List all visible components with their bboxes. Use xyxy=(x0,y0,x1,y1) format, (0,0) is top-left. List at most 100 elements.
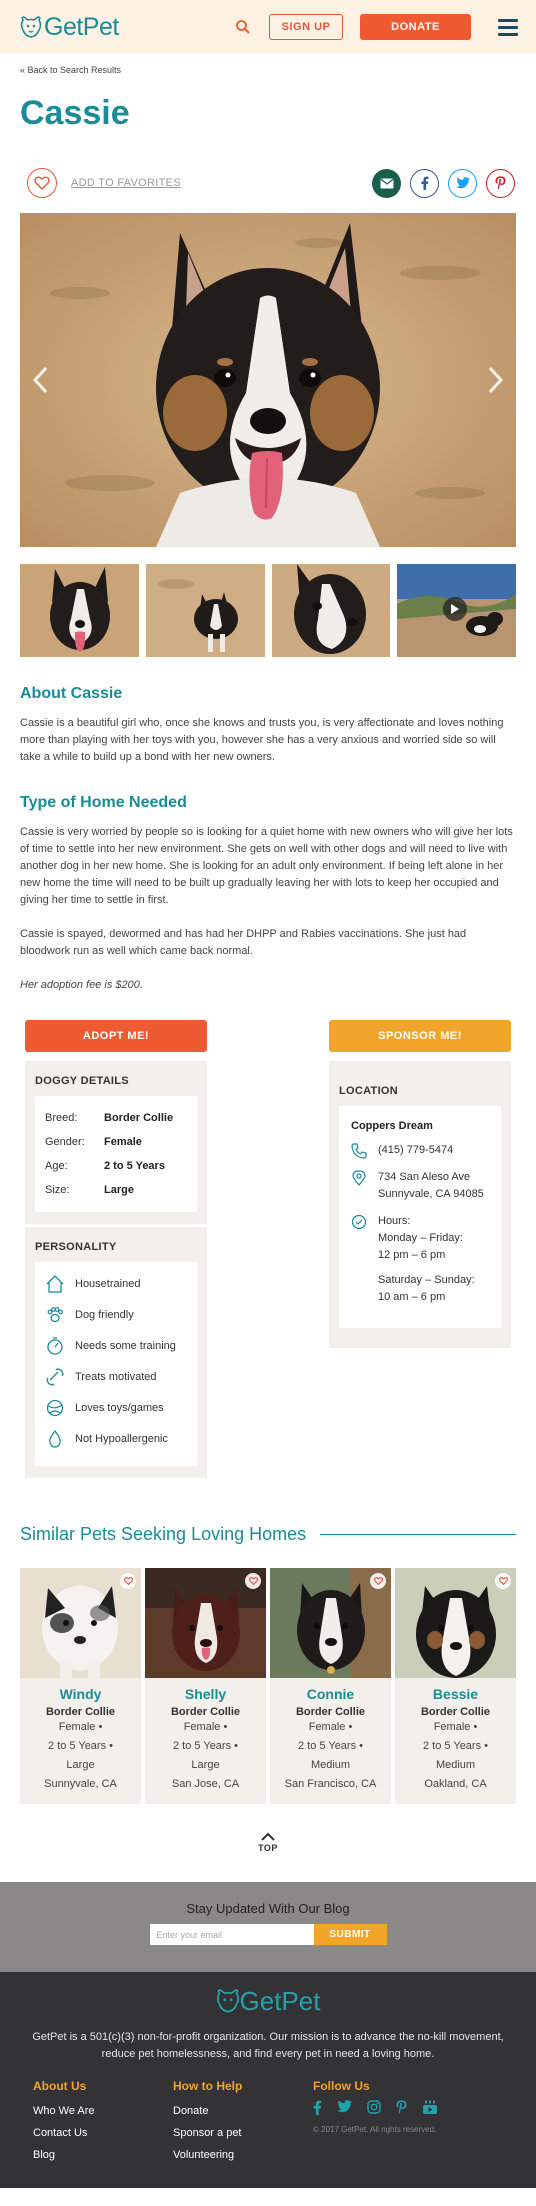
pet-gender: Female • xyxy=(58,1721,103,1733)
favorite-heart-icon[interactable] xyxy=(245,1573,261,1589)
copyright: © 2017 GetPet. All rights reserved. xyxy=(313,2125,437,2134)
pinterest-icon[interactable] xyxy=(396,2100,407,2114)
signup-button[interactable]: SIGN UP xyxy=(269,14,343,40)
clock-check-icon xyxy=(351,1214,367,1230)
bone-icon xyxy=(46,1367,64,1386)
paw-icon xyxy=(47,1306,63,1322)
footer-link-blog[interactable]: Blog xyxy=(33,2144,173,2166)
pet-age: 2 to 5 Years • xyxy=(172,1740,238,1752)
pet-gender: Female • xyxy=(308,1721,353,1733)
back-to-search-link[interactable]: « Back to Search Results xyxy=(20,54,516,82)
footer-link-contact-us[interactable]: Contact Us xyxy=(33,2122,173,2144)
donate-button[interactable]: DONATE xyxy=(360,14,471,40)
email-field[interactable]: Enter your email xyxy=(149,1924,314,1945)
about-us-heading: About Us xyxy=(33,2079,87,2093)
chevron-up-icon xyxy=(261,1832,275,1841)
pet-card[interactable]: Connie Border Collie Female • 2 to 5 Yea… xyxy=(270,1568,391,1804)
next-photo-arrow[interactable] xyxy=(488,366,504,394)
footer-logo[interactable]: GetPet xyxy=(0,1986,536,2017)
pet-card[interactable]: Shelly Border Collie Female • 2 to 5 Yea… xyxy=(145,1568,266,1804)
pet-name[interactable]: Shelly xyxy=(145,1686,266,1702)
twitter-icon[interactable] xyxy=(337,2100,352,2113)
youtube-icon[interactable] xyxy=(422,2100,438,2115)
home-needed-text: Cassie is very worried by people so is l… xyxy=(20,826,513,906)
pet-size: Large xyxy=(191,1759,220,1771)
personality-panel: PERSONALITY Housetrained Dog friendly Ne… xyxy=(25,1227,207,1478)
logo[interactable]: GetPet xyxy=(20,13,119,42)
pet-age: 2 to 5 Years • xyxy=(422,1740,488,1752)
similar-pets-heading: Similar Pets Seeking Loving Homes xyxy=(20,1524,307,1544)
adopt-button[interactable]: ADOPT ME! xyxy=(25,1020,207,1052)
favorite-heart-icon[interactable] xyxy=(370,1573,386,1589)
footer-link-volunteering[interactable]: Volunteering xyxy=(173,2144,313,2166)
dog-photo xyxy=(145,564,265,657)
adoption-fee-text: Her adoption fee is $200. xyxy=(20,979,143,991)
dog-logo-icon xyxy=(20,15,42,38)
trait-item: Dog friendly xyxy=(45,1299,187,1330)
pinterest-icon xyxy=(495,176,506,190)
hours-row: Hours: Monday – Friday: 12 pm – 6 pm Sat… xyxy=(351,1213,489,1306)
phone-number[interactable]: (415) 779-5474 xyxy=(378,1142,453,1159)
pet-name[interactable]: Windy xyxy=(20,1686,141,1702)
footer-link-who-we-are[interactable]: Who We Are xyxy=(33,2100,173,2122)
favorite-heart-icon[interactable] xyxy=(495,1573,511,1589)
footer-link-donate[interactable]: Donate xyxy=(173,2100,313,2122)
stopwatch-icon xyxy=(47,1336,63,1355)
share-twitter-button[interactable] xyxy=(448,168,477,198)
share-facebook-button[interactable] xyxy=(410,168,439,198)
pet-breed: Border Collie xyxy=(295,1706,366,1718)
pet-city: San Francisco, CA xyxy=(284,1778,377,1790)
submit-button[interactable]: SUBMIT xyxy=(313,1924,387,1945)
search-icon[interactable] xyxy=(235,19,251,35)
heart-icon xyxy=(34,176,50,190)
site-footer: GetPet GetPet is a 501(c)(3) non-for-pro… xyxy=(0,1972,536,2188)
hero-photo[interactable] xyxy=(20,213,516,547)
photo-thumbnail[interactable] xyxy=(271,564,391,657)
dog-photo xyxy=(20,213,516,547)
favorite-heart-icon[interactable] xyxy=(120,1573,136,1589)
house-icon xyxy=(46,1274,64,1293)
share-email-button[interactable] xyxy=(372,168,401,198)
facebook-icon[interactable] xyxy=(313,2100,322,2115)
phone-row[interactable]: (415) 779-5474 xyxy=(351,1142,489,1159)
dog-photo xyxy=(20,564,139,657)
pet-card[interactable]: Windy Border Collie Female • 2 to 5 Year… xyxy=(20,1568,141,1804)
add-to-favorites-link[interactable]: ADD TO FAVORITES xyxy=(71,177,181,189)
previous-photo-arrow[interactable] xyxy=(32,366,48,394)
detail-row: Age: 2 to 5 Years xyxy=(45,1160,165,1172)
location-panel: LOCATION Coppers Dream (415) 779-5474 73… xyxy=(329,1061,511,1348)
pet-city: Sunnyvale, CA xyxy=(44,1778,117,1790)
pet-card[interactable]: Bessie Border Collie Female • 2 to 5 Yea… xyxy=(395,1568,516,1804)
back-to-top-button[interactable]: TOP xyxy=(20,1832,516,1882)
home-needed-heading: Type of Home Needed xyxy=(20,794,187,811)
pet-breed: Border Collie xyxy=(420,1706,491,1718)
pet-name[interactable]: Bessie xyxy=(395,1686,516,1702)
site-header: GetPet SIGN UP DONATE xyxy=(0,0,536,54)
dog-logo-icon xyxy=(216,1989,239,2013)
logo-text: GetPet xyxy=(44,12,119,41)
blog-signup: Stay Updated With Our Blog Enter your em… xyxy=(0,1882,536,1972)
sponsor-button[interactable]: SPONSOR ME! xyxy=(329,1020,511,1052)
phone-icon xyxy=(351,1143,367,1159)
menu-icon[interactable] xyxy=(498,15,518,40)
twitter-icon xyxy=(455,177,470,189)
facebook-icon xyxy=(421,176,428,190)
instagram-icon[interactable] xyxy=(367,2100,381,2114)
address-row[interactable]: 734 San Aleso Ave Sunnyvale, CA 94085 xyxy=(351,1169,489,1203)
pet-size: Medium xyxy=(310,1759,351,1771)
how-to-help-heading: How to Help xyxy=(173,2079,243,2093)
page-title: Cassie xyxy=(20,94,130,132)
share-pinterest-button[interactable] xyxy=(486,168,515,198)
pet-name[interactable]: Connie xyxy=(270,1686,391,1702)
photo-thumbnail[interactable] xyxy=(145,564,265,657)
droplet-icon xyxy=(49,1429,61,1448)
photo-thumbnail[interactable] xyxy=(20,564,139,657)
favorite-button[interactable] xyxy=(27,168,57,198)
panel-title: LOCATION xyxy=(339,1085,399,1097)
video-thumbnail[interactable] xyxy=(397,564,516,657)
panel-title: DOGGY DETAILS xyxy=(35,1075,129,1087)
blog-title: Stay Updated With Our Blog xyxy=(186,1901,350,1916)
mission-statement: GetPet is a 501(c)(3) non-for-profit org… xyxy=(32,2031,504,2060)
shelter-name[interactable]: Coppers Dream xyxy=(351,1120,489,1132)
footer-link-sponsor[interactable]: Sponsor a pet xyxy=(173,2122,313,2144)
